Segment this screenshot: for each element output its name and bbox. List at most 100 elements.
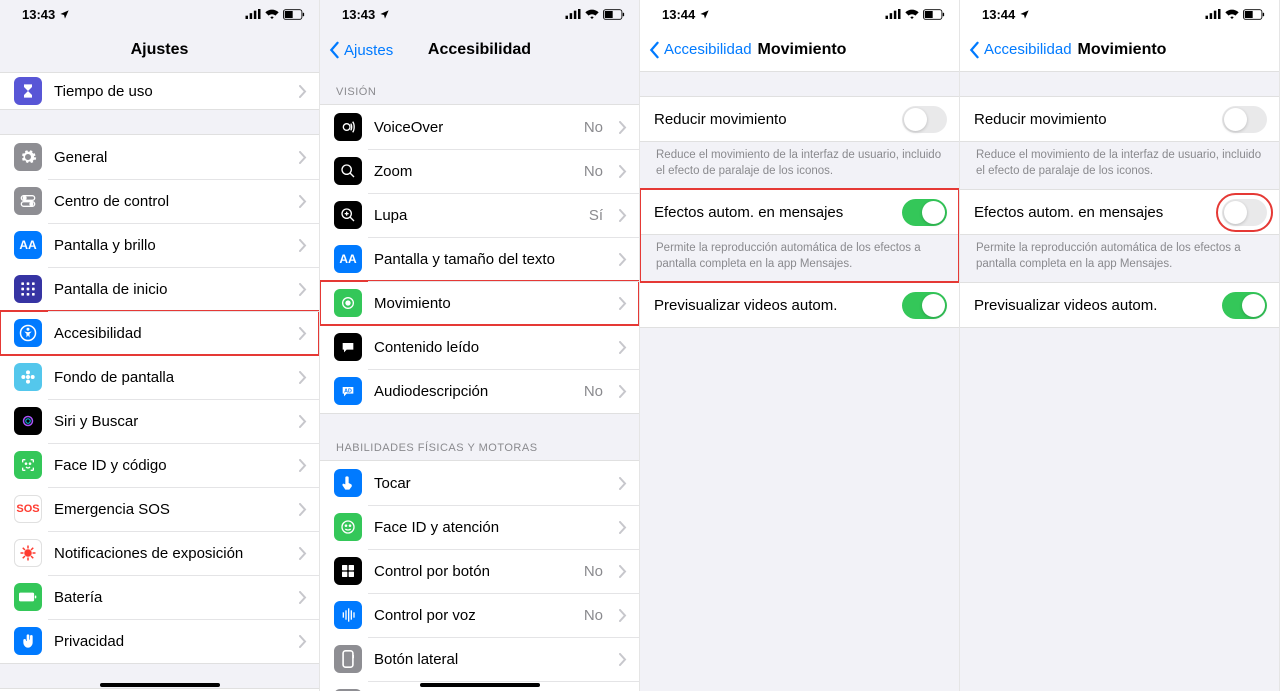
- nav-back-label: Ajustes: [344, 42, 393, 59]
- location-icon: [699, 9, 710, 20]
- chevron-icon: [299, 371, 307, 384]
- chevron-icon: [299, 591, 307, 604]
- lupa-icon: [334, 201, 362, 229]
- row-voiceover[interactable]: VoiceOverNo: [320, 105, 639, 149]
- row-previsualizar-videos[interactable]: Previsualizar videos autom.: [640, 283, 959, 327]
- row-zoom[interactable]: ZoomNo: [320, 149, 639, 193]
- voice-icon: [334, 601, 362, 629]
- toggle-reducir-movimiento[interactable]: [1222, 106, 1267, 133]
- flower-icon: [14, 363, 42, 391]
- side-icon: [334, 645, 362, 673]
- row-pantalla-y-tamano-del-texto[interactable]: AA Pantalla y tamaño del texto: [320, 237, 639, 281]
- toggle-previsualizar[interactable]: [902, 292, 947, 319]
- row-pantalla-de-inicio[interactable]: Pantalla de inicio: [0, 267, 319, 311]
- row-efectos-autom[interactable]: Efectos autom. en mensajes: [640, 190, 959, 234]
- chevron-icon: [299, 459, 307, 472]
- row-accesibilidad[interactable]: Accesibilidad: [0, 311, 319, 355]
- row-tiempo-de-uso[interactable]: Tiempo de uso: [0, 73, 319, 109]
- home-indicator[interactable]: [100, 683, 220, 687]
- status-bar: 13:44: [640, 0, 959, 28]
- nav-bar: Accesibilidad Movimiento: [960, 28, 1279, 72]
- chevron-icon: [619, 297, 627, 310]
- chevron-icon: [299, 195, 307, 208]
- row-emergencia-sos[interactable]: SOSEmergencia SOS: [0, 487, 319, 531]
- row-efectos-autom[interactable]: Efectos autom. en mensajes: [960, 190, 1279, 234]
- chevron-icon: [619, 477, 627, 490]
- aa-icon: AA: [334, 245, 362, 273]
- row-movimiento[interactable]: Movimiento: [320, 281, 639, 325]
- row-control-por-boton[interactable]: Control por botónNo: [320, 549, 639, 593]
- row-tocar[interactable]: Tocar: [320, 461, 639, 505]
- row-value: Sí: [589, 207, 603, 224]
- faceid-icon: [14, 451, 42, 479]
- audio-icon: AD: [334, 377, 362, 405]
- row-reducir-movimiento[interactable]: Reducir movimiento: [640, 97, 959, 141]
- row-bateria[interactable]: Batería: [0, 575, 319, 619]
- row-label: Tocar: [374, 475, 607, 492]
- motion-icon: [334, 289, 362, 317]
- toggle-reducir-movimiento[interactable]: [902, 106, 947, 133]
- row-pantalla-y-brillo[interactable]: AAPantalla y brillo: [0, 223, 319, 267]
- chevron-icon: [619, 609, 627, 622]
- footer-reducir: Reduce el movimiento de la interfaz de u…: [640, 142, 959, 189]
- row-value: No: [584, 383, 603, 400]
- row-notificaciones-de-exposicion[interactable]: Notificaciones de exposición: [0, 531, 319, 575]
- virus-icon: [14, 539, 42, 567]
- row-label: Lupa: [374, 207, 577, 224]
- switch-icon: [334, 557, 362, 585]
- row-siri-y-buscar[interactable]: Siri y Buscar: [0, 399, 319, 443]
- row-reducir-movimiento[interactable]: Reducir movimiento: [960, 97, 1279, 141]
- row-fondo-de-pantalla[interactable]: Fondo de pantalla: [0, 355, 319, 399]
- row-contenido-leido[interactable]: Contenido leído: [320, 325, 639, 369]
- footer-efectos: Permite la reproducción automática de lo…: [960, 235, 1279, 282]
- row-label: General: [54, 149, 287, 166]
- status-bar: 13:44: [960, 0, 1279, 28]
- row-label: Previsualizar videos autom.: [654, 297, 890, 314]
- chevron-icon: [299, 635, 307, 648]
- row-face-id-y-atencion[interactable]: Face ID y atención: [320, 505, 639, 549]
- row-lupa[interactable]: Lupa Sí: [320, 193, 639, 237]
- page-title: Movimiento: [758, 41, 847, 59]
- row-audiodescripcion[interactable]: ADAudiodescripciónNo: [320, 369, 639, 413]
- nav-back[interactable]: Ajustes: [328, 41, 393, 59]
- panel-movimiento-before: 13:44 Accesibilidad Movimiento Reducir m…: [640, 0, 960, 691]
- row-privacidad[interactable]: Privacidad: [0, 619, 319, 663]
- row-label: Accesibilidad: [54, 325, 287, 342]
- chevron-icon: [299, 85, 307, 98]
- toggle-efectos-autom[interactable]: [1222, 199, 1267, 226]
- status-icons: [885, 9, 945, 20]
- row-boton-lateral[interactable]: Botón lateral: [320, 637, 639, 681]
- row-label: Batería: [54, 589, 287, 606]
- toggle-previsualizar[interactable]: [1222, 292, 1267, 319]
- hand-icon: [14, 627, 42, 655]
- row-value: No: [584, 163, 603, 180]
- home-indicator[interactable]: [420, 683, 540, 687]
- status-bar: 13:43: [0, 0, 319, 28]
- row-previsualizar-videos[interactable]: Previsualizar videos autom.: [960, 283, 1279, 327]
- row-label: Efectos autom. en mensajes: [974, 204, 1210, 221]
- nav-back[interactable]: Accesibilidad: [648, 41, 752, 59]
- chevron-icon: [619, 121, 627, 134]
- sos-icon: SOS: [14, 495, 42, 523]
- toggle-efectos-autom[interactable]: [902, 199, 947, 226]
- page-title: Movimiento: [1078, 41, 1167, 59]
- location-icon: [59, 9, 70, 20]
- chevron-icon: [299, 327, 307, 340]
- chevron-icon: [619, 209, 627, 222]
- row-label: Fondo de pantalla: [54, 369, 287, 386]
- row-label: Siri y Buscar: [54, 413, 287, 430]
- row-label: Pantalla y tamaño del texto: [374, 251, 607, 268]
- row-general[interactable]: General: [0, 135, 319, 179]
- footer-efectos: Permite la reproducción automática de lo…: [640, 235, 959, 282]
- nav-back[interactable]: Accesibilidad: [968, 41, 1072, 59]
- location-icon: [1019, 9, 1030, 20]
- chevron-icon: [619, 341, 627, 354]
- row-value: No: [584, 607, 603, 624]
- row-face-id-y-codigo[interactable]: Face ID y código: [0, 443, 319, 487]
- row-centro-de-control[interactable]: Centro de control: [0, 179, 319, 223]
- status-time: 13:44: [982, 7, 1015, 22]
- row-control-por-voz[interactable]: Control por vozNo: [320, 593, 639, 637]
- svg-text:AD: AD: [344, 388, 352, 394]
- row-label: Pantalla y brillo: [54, 237, 287, 254]
- chevron-icon: [299, 415, 307, 428]
